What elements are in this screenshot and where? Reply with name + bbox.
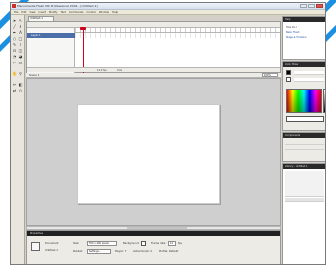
scene-label[interactable]: Scene 1 bbox=[29, 74, 39, 77]
library-title: Library - Untitled-1 bbox=[285, 165, 308, 168]
zoom-tool-icon[interactable]: ⚲ bbox=[18, 71, 23, 76]
fps-label: fps bbox=[178, 242, 182, 245]
menu-control[interactable]: Control bbox=[87, 11, 96, 14]
pasteboard bbox=[26, 78, 281, 226]
color-alpha-field[interactable] bbox=[294, 78, 324, 82]
properties-header[interactable]: Properties bbox=[27, 231, 280, 236]
selection-tool-icon[interactable]: ➤ bbox=[12, 18, 17, 23]
fill-transform-tool-icon[interactable]: ◫ bbox=[18, 48, 23, 53]
color-mixer-panel: Color Mixer bbox=[282, 61, 325, 131]
close-button[interactable] bbox=[316, 4, 323, 8]
stroke-swatch[interactable] bbox=[286, 70, 291, 75]
properties-title: Properties bbox=[30, 232, 44, 235]
menu-insert[interactable]: Insert bbox=[39, 11, 46, 14]
menu-bar: File Edit View Insert Modify Text Comman… bbox=[11, 10, 325, 15]
document-name: Untitled-1 bbox=[45, 249, 58, 252]
tools-panel: ➤ ↖ ╱ ℓ ✒ A ○ □ ✎ ⌇ ⊡ ◫ ◔ ◕ ⌐ ▭ ✋ ⚲ ✏ ◧ … bbox=[11, 15, 25, 264]
document-type-label: Document bbox=[45, 242, 59, 245]
stage-canvas[interactable] bbox=[77, 104, 220, 204]
title-bar: Macromedia Flash MX Professional 2004 - … bbox=[11, 3, 325, 10]
color-preview-swatch bbox=[286, 116, 324, 122]
menu-edit[interactable]: Edit bbox=[21, 11, 26, 14]
stroke-color-icon[interactable]: ✏ bbox=[12, 82, 17, 87]
color-mixer-title: Color Mixer bbox=[285, 63, 299, 66]
library-header[interactable]: Library - Untitled-1 bbox=[283, 164, 325, 169]
eyedropper-tool-icon[interactable]: ⌐ bbox=[12, 60, 17, 65]
components-title: Components bbox=[285, 134, 301, 137]
zoom-dropdown[interactable]: 100% bbox=[262, 73, 278, 77]
maximize-button[interactable] bbox=[308, 4, 315, 8]
oval-tool-icon[interactable]: ○ bbox=[12, 36, 17, 41]
help-panel-header[interactable]: Help bbox=[283, 17, 325, 22]
list-item[interactable] bbox=[285, 146, 324, 150]
help-panel: Help How Do I Basic Flash Stage & Timeli… bbox=[282, 16, 325, 60]
document-icon bbox=[31, 242, 40, 251]
menu-window[interactable]: Window bbox=[99, 11, 109, 14]
help-panel-title: Help bbox=[285, 18, 291, 21]
flash-app-window: Macromedia Flash MX Professional 2004 - … bbox=[10, 2, 326, 265]
publish-label: Publish: bbox=[73, 250, 84, 253]
line-tool-icon[interactable]: ╱ bbox=[12, 24, 17, 29]
subselection-tool-icon[interactable]: ↖ bbox=[18, 18, 23, 23]
window-controls bbox=[300, 4, 323, 8]
pen-tool-icon[interactable]: ✒ bbox=[12, 30, 17, 35]
size-button[interactable]: 550 x 400 pixels bbox=[87, 241, 117, 246]
player-version: Player: 7 bbox=[115, 250, 127, 253]
snap-option-icon[interactable]: ∩ bbox=[18, 88, 23, 93]
scrollbar-thumb[interactable] bbox=[127, 227, 187, 229]
frame-rate-input[interactable]: 12 bbox=[168, 241, 176, 246]
window-title: Macromedia Flash MX Professional 2004 - … bbox=[17, 4, 98, 8]
text-tool-icon[interactable]: A bbox=[18, 30, 23, 35]
rectangle-tool-icon[interactable]: □ bbox=[18, 36, 23, 41]
background-label: Background: bbox=[123, 242, 140, 245]
help-line-1[interactable]: How Do I bbox=[286, 26, 297, 29]
brush-tool-icon[interactable]: ⌇ bbox=[18, 42, 23, 47]
menu-text[interactable]: Text bbox=[61, 11, 66, 14]
menu-commands[interactable]: Commands bbox=[69, 11, 84, 14]
timeline-panel: Layer 1 12.0 fps 0.0s bbox=[26, 21, 281, 74]
fill-color-icon[interactable]: ◧ bbox=[18, 82, 23, 87]
pencil-tool-icon[interactable]: ✎ bbox=[12, 42, 17, 47]
menu-file[interactable]: File bbox=[14, 11, 18, 14]
components-panel: Components bbox=[282, 132, 325, 162]
actionscript-version: ActionScript: 2 bbox=[133, 250, 152, 253]
ink-bottle-tool-icon[interactable]: ◔ bbox=[12, 54, 17, 59]
eraser-tool-icon[interactable]: ▭ bbox=[18, 60, 23, 65]
list-item[interactable] bbox=[285, 141, 324, 145]
menu-view[interactable]: View bbox=[29, 11, 35, 14]
properties-panel: Properties Document Untitled-1 Size: 550… bbox=[26, 230, 281, 264]
layer-row[interactable]: Layer 1 bbox=[27, 33, 75, 38]
library-panel: Library - Untitled-1 bbox=[282, 163, 325, 264]
layer-frames[interactable] bbox=[75, 33, 280, 38]
color-hex-field[interactable] bbox=[294, 71, 324, 75]
menu-modify[interactable]: Modify bbox=[49, 11, 58, 14]
publish-settings-button[interactable]: Settings... bbox=[87, 249, 111, 254]
flash-app-icon bbox=[12, 4, 16, 8]
swap-colors-icon[interactable]: ⇄ bbox=[12, 88, 17, 93]
free-transform-tool-icon[interactable]: ⊡ bbox=[12, 48, 17, 53]
color-spectrum[interactable] bbox=[286, 89, 322, 113]
library-preview bbox=[285, 171, 324, 197]
minimize-button[interactable] bbox=[300, 4, 307, 8]
menu-help[interactable]: Help bbox=[112, 11, 118, 14]
profile-label: Profile: Default bbox=[159, 250, 179, 253]
background-color-swatch[interactable] bbox=[141, 241, 146, 246]
timeline-elapsed: 0.0s bbox=[117, 69, 123, 72]
library-column-header bbox=[285, 198, 324, 202]
fill-swatch[interactable] bbox=[286, 77, 291, 82]
brightness-slider[interactable] bbox=[323, 89, 325, 113]
help-line-3[interactable]: Stage & Timeline bbox=[286, 36, 306, 39]
components-header[interactable]: Components bbox=[283, 133, 325, 138]
timeline-footer: 12.0 fps 0.0s bbox=[27, 67, 280, 72]
paint-bucket-tool-icon[interactable]: ◕ bbox=[18, 54, 23, 59]
frame-rate-label: Frame rate: bbox=[151, 242, 167, 245]
hand-tool-icon[interactable]: ✋ bbox=[12, 71, 17, 76]
size-label: Size: bbox=[73, 242, 80, 245]
color-mixer-header[interactable]: Color Mixer bbox=[283, 62, 325, 67]
help-line-2[interactable]: Basic Flash bbox=[286, 31, 299, 34]
lasso-tool-icon[interactable]: ℓ bbox=[18, 24, 23, 29]
timeline-fps: 12.0 fps bbox=[97, 69, 107, 72]
